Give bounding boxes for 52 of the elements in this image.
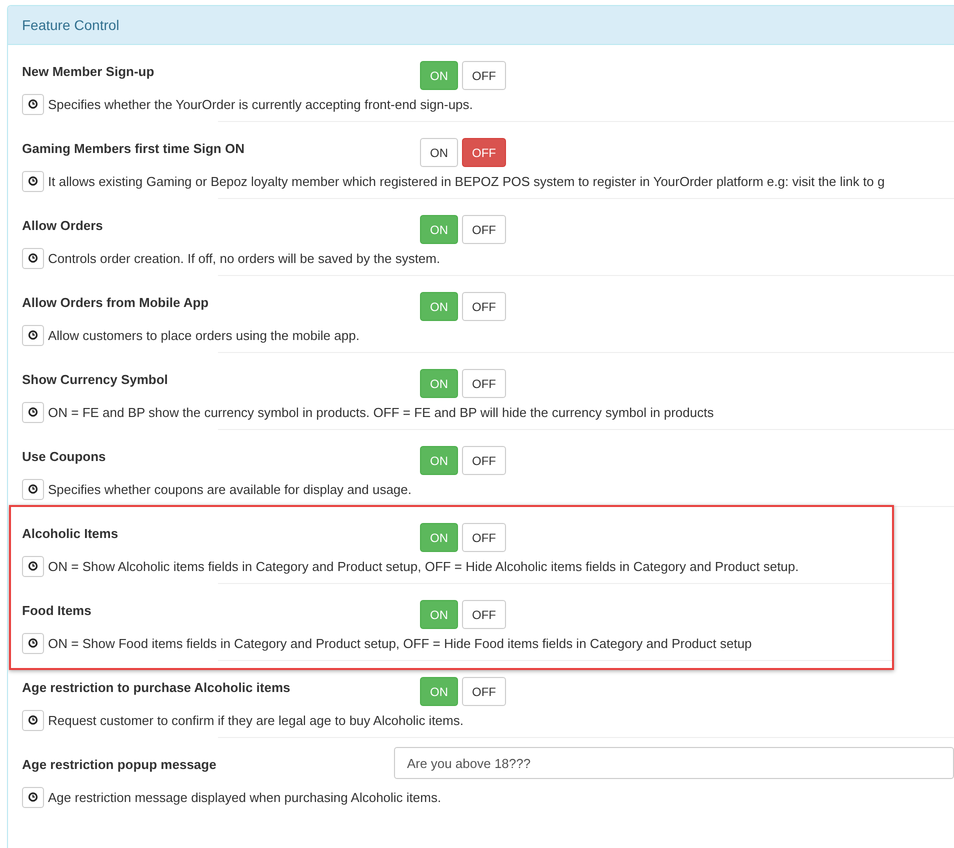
off-button[interactable]: OFF [462,61,506,90]
setting-label: Show Currency Symbol [22,371,169,387]
setting-label: New Member Sign-up [22,63,156,79]
setting-description: ON = Show Alcoholic items fields in Category and Product setup, OFF = Hide Alcoholic items fields in Category and Product setup. [48,558,799,574]
clock-button[interactable] [22,94,44,114]
setting-description: Controls order creation. If off, no orders will be saved by the system. [48,250,440,266]
off-button[interactable]: OFF [462,677,506,706]
off-button[interactable]: OFF [462,292,506,321]
setting-label: Gaming Members first time Sign ON [22,140,246,156]
panel-title: Feature Control [8,6,954,45]
message-field[interactable]: Are you above 18??? [394,747,954,779]
setting-label: Food Items [22,602,92,618]
clock-icon [28,638,38,648]
clock-button[interactable] [22,324,44,346]
clock-icon [28,99,38,109]
off-button[interactable]: OFF [462,446,506,475]
clock-button[interactable] [22,478,44,500]
clock-icon [28,715,38,725]
setting-description: Request customer to confirm if they are legal age to buy Alcoholic items. [48,712,464,728]
clock-icon [28,330,38,340]
clock-button[interactable] [22,710,44,730]
off-button[interactable]: OFF [462,600,506,629]
clock-icon [28,176,38,186]
setting-label: Age restriction popup message [22,756,218,772]
on-button[interactable]: ON [420,138,458,167]
off-button[interactable]: OFF [462,215,506,244]
setting-label: Allow Orders [22,217,104,233]
clock-icon [28,561,38,571]
clock-button[interactable] [22,248,44,268]
clock-button[interactable] [22,402,44,422]
setting-description: Specifies whether coupons are available for display and usage. [48,482,412,496]
setting-description: ON = Show Food items fields in Category and Product setup, OFF = Hide Food items fields in Category and Product setup [48,636,752,650]
setting-label: Alcoholic Items [22,525,120,541]
clock-button[interactable] [22,170,44,192]
setting-label: Use Coupons [22,448,107,464]
setting-description: Allow customers to place orders using the mobile app. [48,328,360,342]
clock-icon [28,484,38,494]
setting-label: Age restriction to purchase Alcoholic items [22,679,292,695]
setting-description: ON = FE and BP show the currency symbol in products. OFF = FE and BP will hide the currency symbol in products [48,404,714,420]
setting-description: Age restriction message displayed when purchasing Alcoholic items. [48,790,442,804]
clock-icon [28,407,38,417]
setting-description: Specifies whether the YourOrder is currently accepting front-end sign-ups. [48,96,473,112]
off-button[interactable]: OFF [462,369,506,398]
clock-button[interactable] [22,786,44,808]
setting-description: It allows existing Gaming or Bepoz loyalty member which registered in BEPOZ POS system to register in YourOrder platform e.g: visit the link to g [48,174,885,188]
clock-button[interactable] [22,632,44,654]
off-button[interactable]: OFF [462,138,506,167]
clock-icon [28,253,38,263]
off-button[interactable]: OFF [462,523,506,552]
clock-icon [28,792,38,802]
setting-label: Allow Orders from Mobile App [22,294,210,310]
clock-button[interactable] [22,556,44,576]
